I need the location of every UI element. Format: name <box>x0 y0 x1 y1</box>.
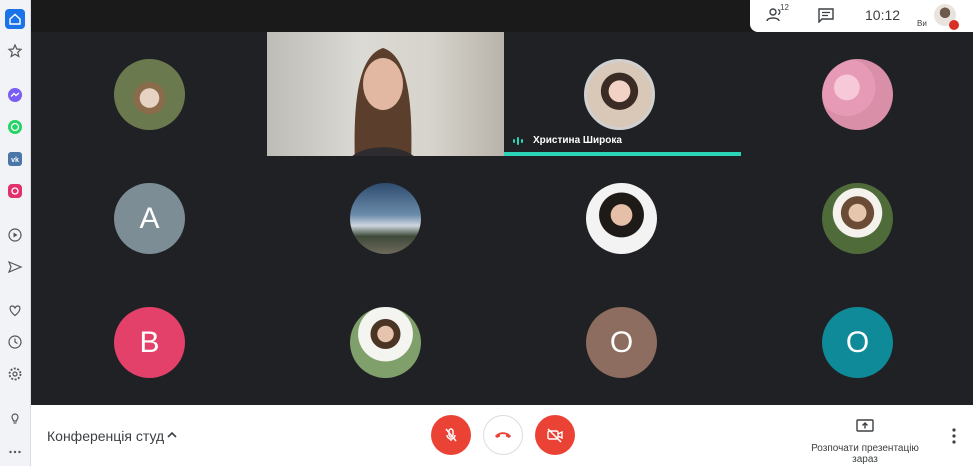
speaker-name: Христина Широка <box>533 135 622 146</box>
settings-icon[interactable] <box>5 364 25 384</box>
svg-text:vk: vk <box>11 157 19 164</box>
control-bar: Конференція студ Розпочати презентацію з… <box>31 405 973 466</box>
participant-avatar[interactable] <box>114 59 185 130</box>
speaker-avatar[interactable] <box>584 59 655 130</box>
vk-icon[interactable]: vk <box>5 149 25 169</box>
participant-avatar[interactable]: O <box>822 307 893 378</box>
chat-icon <box>818 8 834 23</box>
participant-avatar[interactable] <box>822 183 893 254</box>
participant-avatar[interactable]: B <box>114 307 185 378</box>
home-icon[interactable] <box>5 9 25 29</box>
clock-time: 10:12 <box>865 7 901 23</box>
video-person <box>352 48 414 156</box>
messenger-icon[interactable] <box>5 85 25 105</box>
camera-off-icon <box>547 428 563 443</box>
chat-button[interactable] <box>818 8 834 23</box>
heart-icon[interactable] <box>5 300 25 320</box>
camera-toggle-button[interactable] <box>535 415 575 455</box>
star-icon[interactable] <box>5 41 25 61</box>
participant-avatar[interactable] <box>350 183 421 254</box>
present-label: Розпочати презентацію зараз <box>811 443 919 465</box>
leave-call-button[interactable] <box>483 415 523 455</box>
chevron-up-icon[interactable] <box>166 429 178 441</box>
participants-button[interactable]: 12 <box>766 3 789 23</box>
clock-icon[interactable] <box>5 332 25 352</box>
meeting-title[interactable]: Конференція студ <box>47 428 164 444</box>
self-label: Ви <box>917 19 927 28</box>
present-now-button[interactable]: Розпочати презентацію зараз <box>797 419 933 465</box>
self-avatar[interactable] <box>934 4 959 30</box>
more-icon[interactable] <box>5 442 25 462</box>
mic-toggle-button[interactable] <box>431 415 471 455</box>
participant-avatar[interactable]: O <box>586 307 657 378</box>
active-video-tile[interactable] <box>267 32 504 156</box>
send-icon[interactable] <box>5 257 25 277</box>
lightbulb-icon[interactable] <box>5 408 25 428</box>
participant-avatar[interactable]: A <box>114 183 185 254</box>
present-icon <box>856 419 874 432</box>
more-options-icon[interactable] <box>949 427 959 445</box>
participant-avatar[interactable] <box>822 59 893 130</box>
browser-sidebar: vk <box>0 0 31 466</box>
participant-avatar[interactable] <box>350 307 421 378</box>
mic-off-icon <box>949 20 959 30</box>
meeting-stage: 12 10:12 Ви Христина Широка A B O O <box>31 0 973 405</box>
participants-count: 12 <box>780 3 789 12</box>
whatsapp-icon[interactable] <box>5 117 25 137</box>
top-right-panel: 12 10:12 Ви <box>750 0 973 32</box>
audio-indicator-icon <box>513 137 523 145</box>
mic-off-icon <box>445 428 457 442</box>
hangup-icon <box>495 432 511 438</box>
participant-avatar[interactable] <box>586 183 657 254</box>
instagram-icon[interactable] <box>5 181 25 201</box>
speaker-bar <box>504 152 741 156</box>
player-icon[interactable] <box>5 225 25 245</box>
